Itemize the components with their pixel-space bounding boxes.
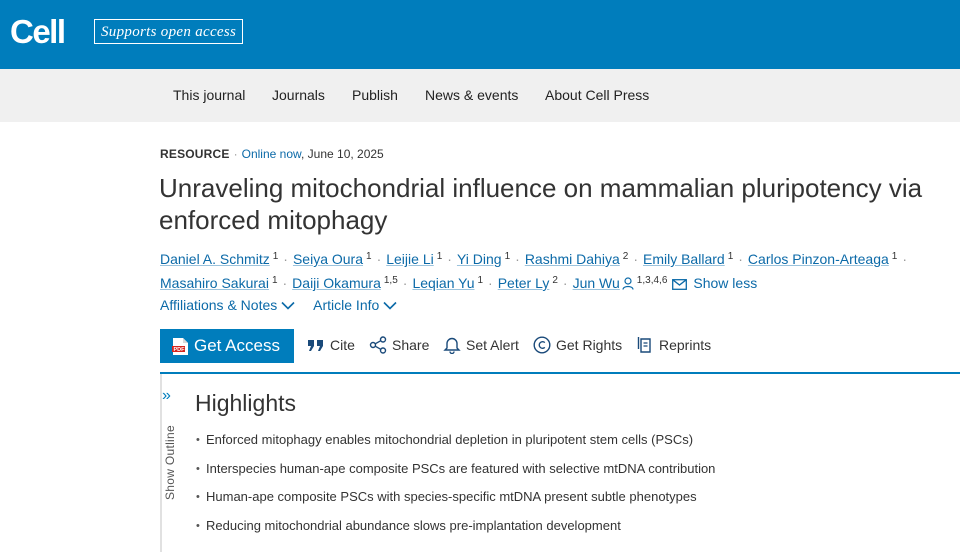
pdf-icon: PDF bbox=[172, 337, 189, 356]
article-info-label: Article Info bbox=[313, 297, 380, 313]
main-nav: This journal Journals Publish News & eve… bbox=[0, 69, 960, 122]
highlight-item: Enforced mitophagy enables mitochondrial… bbox=[195, 432, 715, 461]
author-separator: · bbox=[376, 251, 382, 267]
author-affiliation-sup: 2 bbox=[552, 275, 558, 286]
get-access-button[interactable]: PDF Get Access bbox=[160, 329, 294, 363]
set-alert-label: Set Alert bbox=[466, 337, 519, 353]
share-button[interactable]: Share bbox=[369, 336, 429, 354]
highlights-heading: Highlights bbox=[195, 390, 296, 416]
author-affiliation-sup: 1 bbox=[727, 251, 734, 262]
article-meta: RESOURCE · Online now, June 10, 2025 bbox=[160, 147, 384, 161]
svg-text:PDF: PDF bbox=[174, 347, 186, 353]
author-separator: · bbox=[515, 251, 520, 267]
reprints-icon bbox=[637, 337, 651, 353]
author-link[interactable]: Jun Wu bbox=[573, 275, 620, 291]
author-link[interactable]: Rashmi Dahiya bbox=[525, 251, 620, 267]
copyright-icon bbox=[533, 336, 551, 354]
publication-date: , June 10, 2025 bbox=[301, 147, 384, 161]
email-icon[interactable] bbox=[672, 274, 688, 296]
double-chevron-right-icon[interactable]: » bbox=[162, 388, 171, 404]
author-separator: · bbox=[902, 251, 908, 267]
author-separator: · bbox=[738, 251, 743, 267]
author-link[interactable]: Leijie Li bbox=[386, 251, 433, 267]
author-affiliation-sup: 2 bbox=[622, 251, 629, 262]
article-type: RESOURCE bbox=[160, 147, 230, 161]
article-info-toggle[interactable]: Article Info bbox=[313, 296, 397, 314]
author-affiliation-sup: 1,5 bbox=[383, 275, 398, 286]
highlight-item: Interspecies human-ape composite PSCs ar… bbox=[195, 461, 715, 490]
cell-logo[interactable]: Cell bbox=[10, 14, 66, 50]
meta-separator: · bbox=[233, 147, 238, 161]
article-dropdowns: Affiliations & Notes Article Info bbox=[160, 296, 411, 314]
author-link[interactable]: Yi Ding bbox=[457, 251, 502, 267]
author-link[interactable]: Daiji Okamura bbox=[292, 275, 381, 291]
author-separator: · bbox=[633, 251, 638, 267]
nav-publish[interactable]: Publish bbox=[352, 87, 398, 103]
author-affiliation-sup: 1 bbox=[436, 251, 443, 262]
nav-journals[interactable]: Journals bbox=[272, 87, 325, 103]
share-icon bbox=[369, 336, 387, 354]
show-outline-toggle[interactable]: Show Outline bbox=[163, 425, 177, 500]
person-icon[interactable] bbox=[622, 274, 634, 296]
open-access-badge[interactable]: Supports open access bbox=[94, 19, 244, 44]
highlight-item: Human-ape composite PSCs with species-sp… bbox=[195, 489, 715, 518]
author-link[interactable]: Masahiro Sakurai bbox=[160, 275, 269, 291]
get-rights-label: Get Rights bbox=[556, 337, 623, 353]
author-separator: · bbox=[283, 251, 288, 267]
nav-about-cell-press[interactable]: About Cell Press bbox=[545, 87, 649, 103]
affiliations-notes-toggle[interactable]: Affiliations & Notes bbox=[160, 296, 295, 314]
author-affiliation-sup: 1,3,4,6 bbox=[636, 275, 668, 286]
author-affiliation-sup: 1 bbox=[477, 275, 484, 286]
author-affiliation-sup: 1 bbox=[891, 251, 898, 262]
nav-news-events[interactable]: News & events bbox=[425, 87, 518, 103]
online-status-link[interactable]: Online now bbox=[242, 147, 301, 161]
author-separator: · bbox=[282, 275, 288, 291]
show-less-link[interactable]: Show less bbox=[693, 275, 757, 291]
author-link[interactable]: Peter Ly bbox=[498, 275, 550, 291]
author-separator: · bbox=[402, 275, 408, 291]
article-title: Unraveling mitochondrial influence on ma… bbox=[159, 173, 923, 235]
author-link[interactable]: Seiya Oura bbox=[293, 251, 363, 267]
author-link[interactable]: Leqian Yu bbox=[412, 275, 474, 291]
author-affiliation-sup: 1 bbox=[271, 275, 278, 286]
author-affiliation-sup: 1 bbox=[504, 251, 511, 262]
reprints-label: Reprints bbox=[659, 337, 712, 353]
site-header: Cell Supports open access bbox=[0, 0, 960, 69]
reprints-button[interactable]: Reprints bbox=[637, 336, 711, 354]
author-affiliation-sup: 1 bbox=[366, 251, 372, 262]
nav-this-journal[interactable]: This journal bbox=[173, 87, 245, 103]
affiliations-label: Affiliations & Notes bbox=[160, 297, 278, 313]
get-rights-button[interactable]: Get Rights bbox=[533, 336, 622, 354]
cite-label: Cite bbox=[330, 337, 355, 353]
author-separator: · bbox=[447, 251, 452, 267]
highlights-list: Enforced mitophagy enables mitochondrial… bbox=[195, 432, 715, 546]
author-link[interactable]: Daniel A. Schmitz bbox=[160, 251, 270, 267]
chevron-down-icon bbox=[281, 301, 295, 310]
author-link[interactable]: Carlos Pinzon-Arteaga bbox=[748, 251, 889, 267]
bell-icon bbox=[443, 337, 461, 354]
highlight-item: Reducing mitochondrial abundance slows p… bbox=[195, 518, 715, 547]
share-label: Share bbox=[392, 337, 430, 353]
author-affiliation-sup: 1 bbox=[272, 251, 279, 262]
divider bbox=[160, 372, 960, 374]
author-separator: · bbox=[488, 275, 493, 291]
author-link[interactable]: Emily Ballard bbox=[643, 251, 725, 267]
author-separator: · bbox=[562, 275, 568, 291]
quote-icon bbox=[308, 340, 323, 351]
chevron-down-icon bbox=[383, 301, 397, 310]
get-access-label: Get Access bbox=[194, 336, 280, 355]
set-alert-button[interactable]: Set Alert bbox=[443, 336, 519, 354]
cite-button[interactable]: Cite bbox=[307, 336, 355, 354]
author-list: Daniel A. Schmitz 1 · Seiya Oura 1 · Leijie Li… bbox=[160, 246, 950, 296]
